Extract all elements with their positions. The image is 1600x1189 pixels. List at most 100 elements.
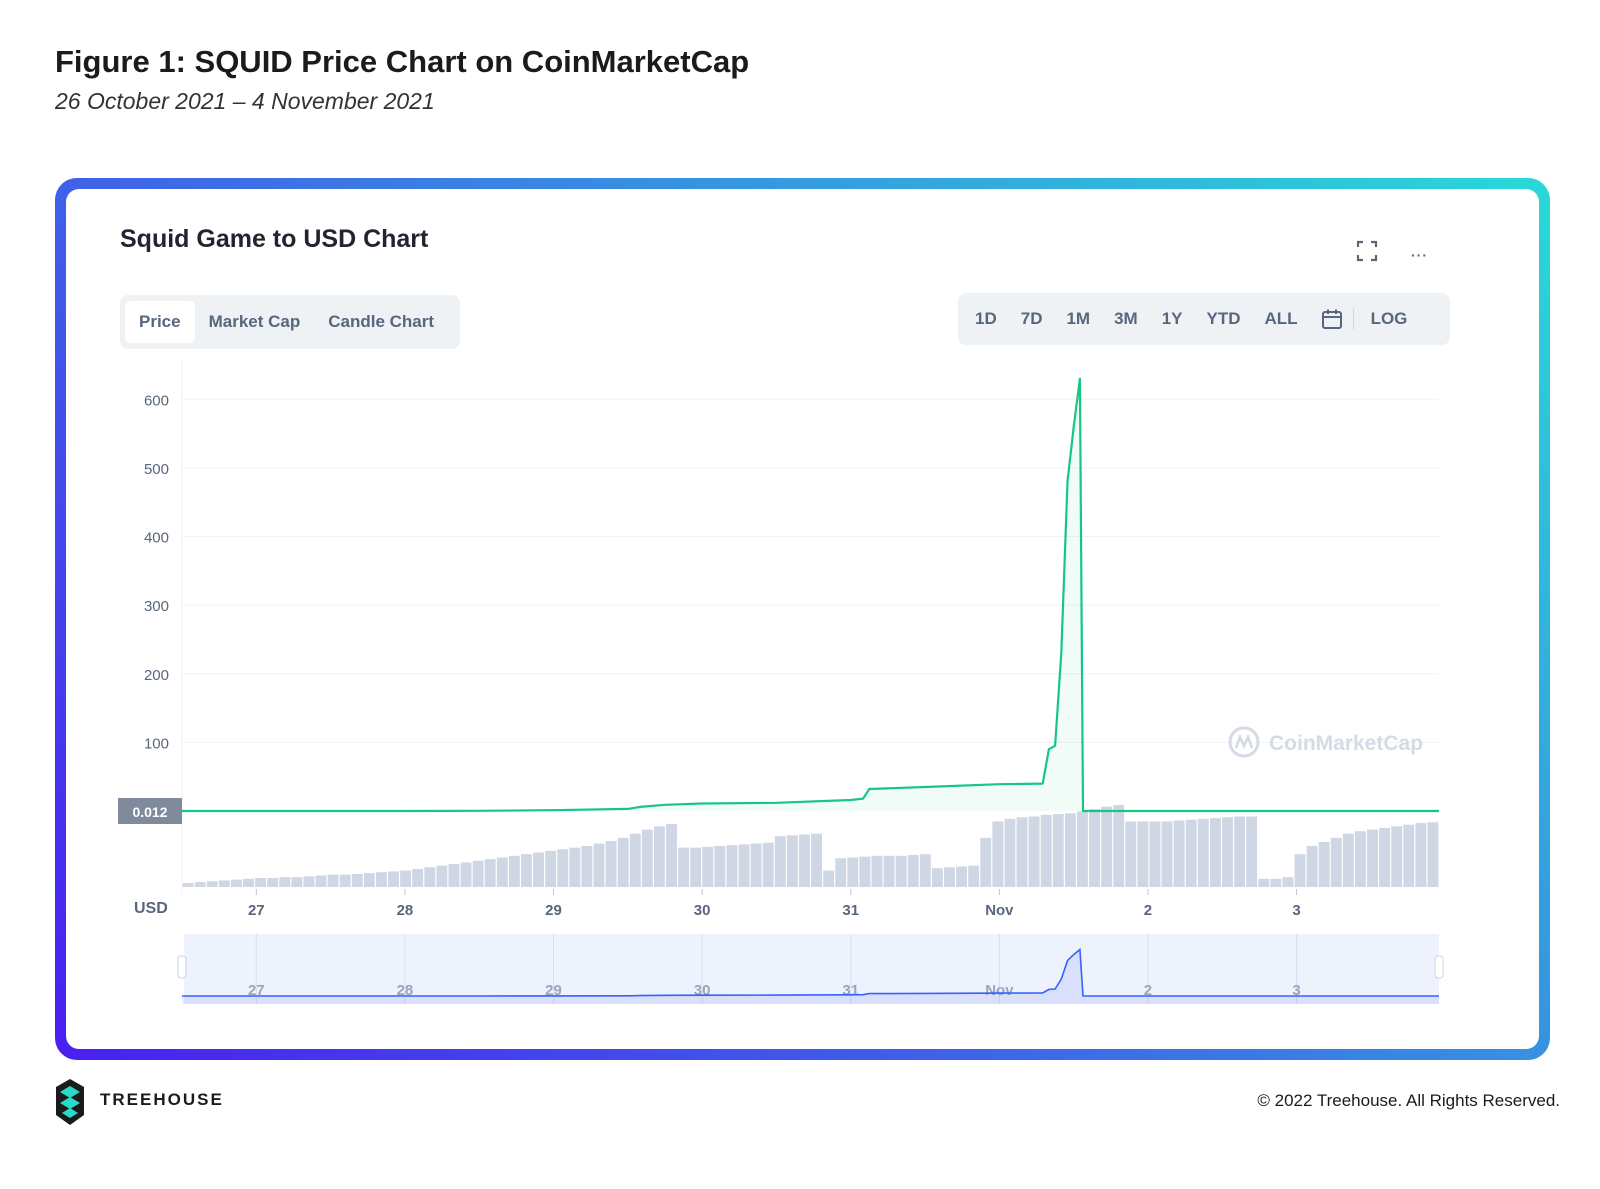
- y-tick-label: 600: [144, 392, 169, 409]
- volume-bar: [653, 826, 665, 887]
- volume-bar: [230, 879, 242, 887]
- volume-bar: [690, 847, 702, 887]
- navigator-left-handle: [177, 955, 187, 979]
- volume-bar: [702, 846, 714, 887]
- volume-bar: [545, 850, 557, 887]
- volume-bar: [738, 844, 750, 887]
- volume-bar: [980, 837, 992, 887]
- volume-bar: [1161, 821, 1173, 887]
- volume-bar: [581, 846, 593, 887]
- volume-bar: [1258, 878, 1270, 887]
- volume-bar: [218, 880, 230, 887]
- volume-bar: [339, 874, 351, 887]
- volume-bar: [956, 866, 968, 887]
- volume-bar: [194, 882, 206, 887]
- y-tick-label: 500: [144, 461, 169, 478]
- x-tick-label: 30: [694, 902, 711, 919]
- volume-bar: [557, 849, 569, 887]
- volume-bar: [823, 870, 835, 887]
- volume-bar: [1077, 811, 1088, 887]
- volume-bar: [992, 821, 1004, 887]
- volume-bar: [1137, 821, 1149, 887]
- x-tick-label: 27: [248, 902, 265, 919]
- volume-bar: [1016, 817, 1028, 887]
- volume-bar: [726, 845, 738, 887]
- navigator-right-handle: [1434, 955, 1444, 979]
- volume-bar: [859, 856, 871, 887]
- volume-bar: [907, 855, 919, 887]
- volume-bar: [666, 823, 677, 887]
- y-tick-label: 400: [144, 530, 169, 547]
- volume-bar: [1330, 837, 1342, 887]
- volume-bar: [1246, 816, 1258, 887]
- volume-bar: [714, 846, 726, 887]
- volume-bar: [363, 873, 375, 887]
- volume-bar: [931, 868, 943, 887]
- volume-bar: [871, 855, 883, 887]
- volume-bar: [1318, 841, 1330, 887]
- volume-bar: [255, 877, 267, 887]
- volume-bar: [883, 855, 895, 887]
- volume-bar: [1367, 829, 1378, 887]
- treehouse-logo-icon: [56, 1079, 84, 1125]
- volume-bar: [786, 835, 798, 887]
- volume-bar: [460, 862, 472, 887]
- volume-bar: [1185, 819, 1197, 887]
- volume-bar: [315, 875, 327, 887]
- volume-bar: [1306, 846, 1318, 887]
- volume-bar: [1427, 822, 1439, 887]
- volume-bar: [412, 868, 424, 887]
- volume-bar: [1004, 818, 1016, 887]
- footer-brand: TREEHOUSE: [100, 1090, 224, 1109]
- y-axis-unit-label: USD: [134, 900, 168, 917]
- volume-bar: [919, 854, 931, 887]
- volume-bar: [593, 843, 605, 887]
- x-tick-label: Nov: [985, 902, 1014, 919]
- volume-bar: [206, 881, 218, 887]
- volume-bar: [1125, 821, 1137, 887]
- x-tick-label: 28: [397, 902, 414, 919]
- gradient-frame: Squid Game to USD Chart ··· Price Market …: [55, 178, 1550, 1060]
- x-tick-label: 29: [545, 902, 562, 919]
- price-chart: 100 200 300 400 500 600 CoinMarketCap 0.012 27 28…: [118, 359, 1444, 1004]
- volume-bar: [291, 877, 303, 887]
- volume-bar: [774, 836, 786, 887]
- volume-bar: [1052, 814, 1064, 887]
- volume-bar: [1222, 817, 1233, 887]
- y-tick-label: 100: [144, 735, 169, 752]
- volume-bar: [641, 829, 653, 887]
- volume-bar: [400, 870, 412, 887]
- volume-bar: [484, 859, 496, 887]
- volume-bar: [388, 871, 399, 887]
- volume-bar: [678, 847, 690, 887]
- volume-bar: [605, 841, 617, 887]
- volume-bar: [1040, 814, 1052, 887]
- volume-bar: [811, 833, 822, 887]
- figure-title: Figure 1: SQUID Price Chart on CoinMarke…: [55, 44, 750, 79]
- volume-bar: [1089, 809, 1100, 887]
- volume-bar: [267, 877, 279, 887]
- volume-bar: [617, 837, 629, 887]
- volume-bar: [944, 867, 955, 887]
- volume-bar: [496, 857, 508, 887]
- x-tick-label: 2: [1144, 902, 1152, 919]
- volume-bar: [1197, 818, 1209, 887]
- chart-card: Squid Game to USD Chart ··· Price Market …: [66, 189, 1539, 1049]
- volume-bar: [182, 882, 194, 887]
- volume-bar: [799, 834, 810, 887]
- volume-bar: [750, 843, 762, 887]
- volume-bar: [629, 833, 641, 887]
- volume-bar: [1209, 818, 1221, 887]
- y-tick-label: 300: [144, 598, 169, 615]
- current-price-label: 0.012: [132, 804, 167, 820]
- volume-bar: [508, 855, 520, 887]
- volume-bar: [472, 860, 484, 887]
- x-tick-label: 31: [842, 902, 859, 919]
- volume-bar: [1415, 823, 1427, 887]
- volume-bar: [279, 877, 291, 887]
- volume-bar: [1354, 831, 1366, 887]
- volume-bar: [424, 867, 436, 887]
- volume-bar: [521, 854, 532, 887]
- range-navigator: [184, 934, 1439, 1004]
- volume-bar: [533, 852, 544, 887]
